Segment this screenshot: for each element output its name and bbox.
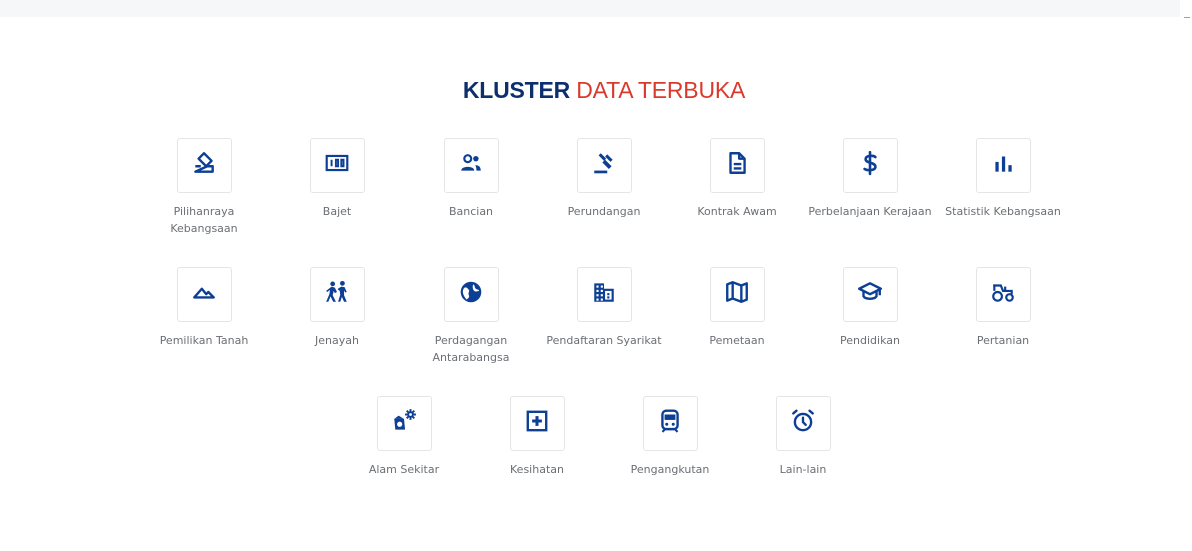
- tractor-icon: [990, 279, 1016, 310]
- cluster-label: Pengangkutan: [630, 463, 710, 476]
- cluster-pemilikan-tanah[interactable]: Pemilikan Tanah: [139, 267, 269, 349]
- cluster-label: Perdagangan Antarabangsa: [432, 334, 510, 364]
- title-part-2: DATA TERBUKA: [576, 77, 746, 103]
- cluster-label: Pilihanraya Kebangsaan: [170, 205, 238, 235]
- cluster-label: Statistik Kebangsaan: [945, 205, 1061, 218]
- cluster-pendidikan[interactable]: Pendidikan: [805, 267, 935, 349]
- globe-icon: [458, 279, 484, 310]
- cluster-alam-sekitar[interactable]: Alam Sekitar: [339, 396, 469, 478]
- map-icon: [724, 279, 750, 310]
- train-icon: [657, 408, 683, 439]
- title-part-1: KLUSTER: [462, 77, 571, 103]
- cluster-label: Pemilikan Tanah: [159, 334, 249, 347]
- alarm-clock-icon: [790, 408, 816, 439]
- cluster-pemetaan[interactable]: Pemetaan: [672, 267, 802, 349]
- bar-chart-icon: [990, 150, 1016, 181]
- cluster-label: Jenayah: [315, 334, 359, 347]
- cluster-label: Kontrak Awam: [697, 205, 777, 218]
- cluster-label: Perundangan: [567, 205, 641, 218]
- cluster-perdagangan[interactable]: Perdagangan Antarabangsa: [406, 267, 536, 366]
- top-bar: [0, 0, 1180, 17]
- landscape-icon: [191, 279, 217, 310]
- cluster-label: Lain-lain: [779, 463, 827, 476]
- graduation-cap-icon: [857, 279, 883, 310]
- cluster-label: Pertanian: [976, 334, 1030, 347]
- cluster-perbelanjaan[interactable]: Perbelanjaan Kerajaan: [805, 138, 935, 220]
- cluster-lain-lain[interactable]: Lain-lain: [738, 396, 868, 478]
- cluster-statistik[interactable]: Statistik Kebangsaan: [938, 138, 1068, 220]
- people-icon: [458, 150, 484, 181]
- cluster-kesihatan[interactable]: Kesihatan: [472, 396, 602, 478]
- cluster-pilihanraya[interactable]: Pilihanraya Kebangsaan: [139, 138, 269, 237]
- cluster-pendaftaran-syarikat[interactable]: Pendaftaran Syarikat: [539, 267, 669, 349]
- cluster-pengangkutan[interactable]: Pengangkutan: [605, 396, 735, 478]
- cluster-pertanian[interactable]: Pertanian: [938, 267, 1068, 349]
- nature-icon: [391, 408, 417, 439]
- cluster-label: Pendaftaran Syarikat: [546, 334, 662, 347]
- cluster-label: Bancian: [448, 205, 494, 218]
- scrollbar-mark: [1184, 17, 1190, 18]
- cluster-label: Bajet: [322, 205, 352, 218]
- medical-plus-icon: [524, 408, 550, 439]
- building-icon: [591, 279, 617, 310]
- cluster-perundangan[interactable]: Perundangan: [539, 138, 669, 220]
- cluster-bancian[interactable]: Bancian: [406, 138, 536, 220]
- cluster-label: Kesihatan: [510, 463, 564, 476]
- cluster-bajet[interactable]: Bajet: [272, 138, 402, 220]
- ballot-icon: [191, 150, 217, 181]
- cluster-label: Alam Sekitar: [368, 463, 440, 476]
- document-icon: [724, 150, 750, 181]
- dollar-icon: [857, 150, 883, 181]
- cluster-label: Pemetaan: [709, 334, 765, 347]
- money-icon: [324, 150, 350, 181]
- section-title: KLUSTER DATA TERBUKA: [0, 77, 1192, 104]
- cluster-kontrak-awam[interactable]: Kontrak Awam: [672, 138, 802, 220]
- crime-icon: [324, 279, 350, 310]
- cluster-label: Pendidikan: [840, 334, 900, 347]
- gavel-icon: [591, 150, 617, 181]
- cluster-jenayah[interactable]: Jenayah: [272, 267, 402, 349]
- cluster-label: Perbelanjaan Kerajaan: [808, 205, 932, 218]
